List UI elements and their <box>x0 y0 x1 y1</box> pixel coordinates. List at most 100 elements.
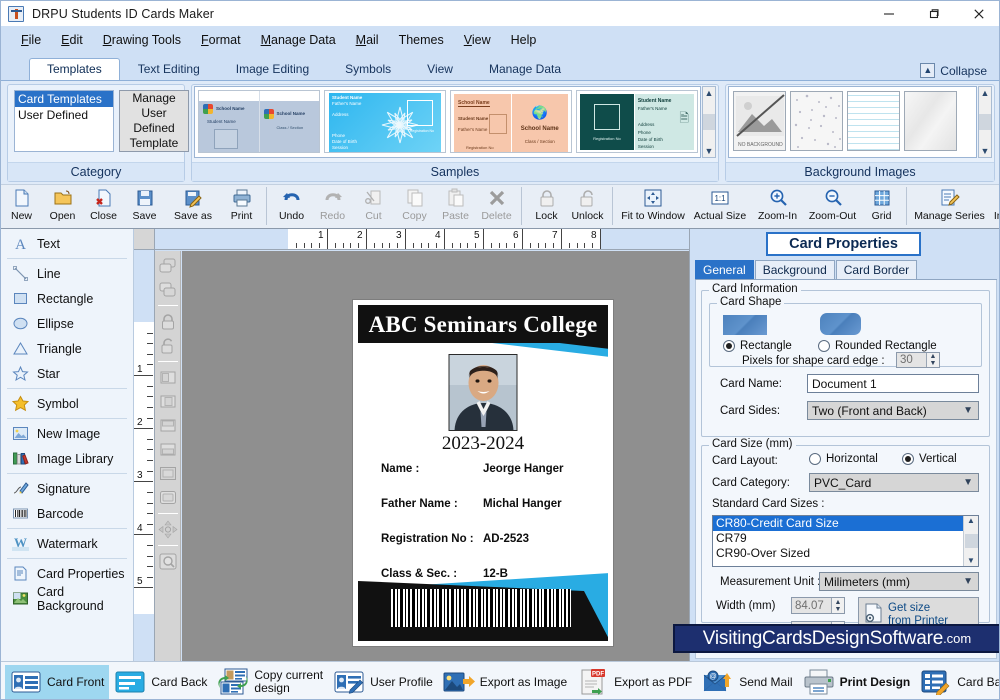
pixels-for-shape-input[interactable]: 30 ▲ ▼ <box>896 352 940 368</box>
menu-help[interactable]: Help <box>501 30 547 50</box>
close-button[interactable] <box>956 1 999 26</box>
toolbar-zoom-in-button[interactable]: Zoom-In <box>751 187 804 229</box>
maximize-button[interactable] <box>911 1 956 26</box>
tab-symbols[interactable]: Symbols <box>327 58 409 80</box>
tab-card-border[interactable]: Card Border <box>835 260 918 279</box>
tab-view[interactable]: View <box>409 58 471 80</box>
toolbar-grid-button[interactable]: Grid <box>861 187 902 229</box>
samples-scrollbar[interactable]: ▲ ▼ <box>702 86 716 158</box>
align-middle-icon[interactable] <box>157 463 179 484</box>
width-spinner-arrows[interactable]: ▲ ▼ <box>831 598 844 613</box>
tab-image-editing[interactable]: Image Editing <box>218 58 327 80</box>
radio-horizontal[interactable]: Horizontal <box>809 453 878 465</box>
student-photo[interactable] <box>448 354 518 431</box>
tool-symbol[interactable]: Symbol <box>1 391 133 416</box>
toolbar-close-button[interactable]: Close <box>83 187 124 229</box>
bg-thumb-paper[interactable] <box>904 91 957 151</box>
radio-rectangle-indicator[interactable] <box>723 340 735 352</box>
bg-scroll-down-icon[interactable]: ▼ <box>981 145 990 157</box>
bottom-export-as-image-button[interactable]: Export as Image <box>438 665 572 699</box>
category-option-user-defined[interactable]: User Defined <box>15 107 113 123</box>
bottom-card-batch-data-button[interactable]: Card Batch Data <box>915 665 999 699</box>
lock-open-icon[interactable] <box>157 335 179 356</box>
manage-user-defined-template-button[interactable]: Manage User Defined Template <box>119 90 189 152</box>
menu-drawing-tools[interactable]: Drawing Tools <box>93 30 191 50</box>
send-to-back-icon[interactable] <box>157 279 179 300</box>
align-bottom-icon[interactable] <box>157 439 179 460</box>
tool-new-image[interactable]: New Image <box>1 421 133 446</box>
bg-scroll-thumb[interactable] <box>979 114 991 130</box>
sizes-scroll-up-icon[interactable]: ▲ <box>967 516 975 526</box>
tab-general[interactable]: General <box>695 260 754 279</box>
menu-themes[interactable]: Themes <box>389 30 454 50</box>
toolbar-import-wizard-button[interactable]: Import Wizard <box>988 187 999 229</box>
tool-line[interactable]: Line <box>1 261 133 286</box>
size-option-cr80[interactable]: CR80-Credit Card Size <box>713 516 978 531</box>
sample-card-peach[interactable]: School Name Student Name Father's Name R… <box>450 90 572 153</box>
tab-templates[interactable]: Templates <box>29 58 120 80</box>
id-card-preview[interactable]: ABC Seminars College 2023-2024 Name: Je… <box>352 299 614 647</box>
rounded-rectangle-shape-swatch[interactable] <box>820 313 861 335</box>
align-justify-icon[interactable] <box>157 487 179 508</box>
bottom-card-back-button[interactable]: Card Back <box>109 665 212 699</box>
tool-ellipse[interactable]: Ellipse <box>1 311 133 336</box>
align-left-icon[interactable] <box>157 367 179 388</box>
bottom-copy-current-design-button[interactable]: Copy current design <box>212 665 328 699</box>
tool-watermark[interactable]: W Watermark <box>1 531 133 556</box>
toolbar-save-as-button[interactable]: Save as <box>165 187 221 229</box>
bring-to-front-icon[interactable] <box>157 255 179 276</box>
toolbar-delete-button[interactable]: Delete <box>476 187 517 229</box>
bg-thumb-grid[interactable] <box>847 91 900 151</box>
align-top-icon[interactable] <box>157 415 179 436</box>
collapse-ribbon-button[interactable]: ▲ Collapse <box>920 63 987 78</box>
menu-manage-data[interactable]: Manage Data <box>251 30 346 50</box>
lock-closed-icon[interactable] <box>157 311 179 332</box>
pixels-spinner-arrows[interactable]: ▲ ▼ <box>926 353 939 367</box>
tool-signature[interactable]: Signature <box>1 476 133 501</box>
sample-card-cyan[interactable]: Student Name Father's Name Address Phone… <box>324 90 446 153</box>
tool-rectangle[interactable]: Rectangle <box>1 286 133 311</box>
menu-edit[interactable]: Edit <box>51 30 93 50</box>
measurement-unit-select[interactable]: Milimeters (mm) ▼ <box>819 572 979 591</box>
sizes-scroll-down-icon[interactable]: ▼ <box>967 556 975 566</box>
size-option-cr90[interactable]: CR90-Over Sized <box>713 546 978 561</box>
menu-view[interactable]: View <box>454 30 501 50</box>
radio-vertical-indicator[interactable] <box>902 453 914 465</box>
category-option-card-templates[interactable]: Card Templates <box>15 91 113 107</box>
tool-barcode[interactable]: Barcode <box>1 501 133 526</box>
radio-rounded-rectangle-indicator[interactable] <box>818 340 830 352</box>
toolbar-undo-button[interactable]: Undo <box>271 187 312 229</box>
samples-scroll-up-icon[interactable]: ▲ <box>705 87 714 99</box>
tab-background[interactable]: Background <box>754 260 835 279</box>
radio-rectangle[interactable]: Rectangle <box>723 340 792 352</box>
samples-scroll-thumb[interactable] <box>703 114 715 130</box>
bottom-send-mail-button[interactable]: @ Send Mail <box>697 665 797 699</box>
tool-text[interactable]: A Text <box>1 231 133 256</box>
background-images-scrollbar[interactable]: ▲ ▼ <box>978 86 992 158</box>
radio-vertical[interactable]: Vertical <box>902 453 957 465</box>
sample-card-blue[interactable]: School Name Student Name School Name Cla… <box>198 90 320 153</box>
toolbar-copy-button[interactable]: Copy <box>394 187 435 229</box>
toolbar-paste-button[interactable]: Paste <box>435 187 476 229</box>
bottom-card-front-button[interactable]: Card Front <box>5 664 110 699</box>
toolbar-print-button[interactable]: Print <box>221 187 262 229</box>
align-center-icon[interactable] <box>157 391 179 412</box>
rectangle-shape-swatch[interactable] <box>723 315 767 335</box>
tool-image-library[interactable]: Image Library <box>1 446 133 471</box>
bottom-export-as-pdf-button[interactable]: PDF Export as PDF <box>572 665 697 699</box>
sizes-scroll-thumb[interactable] <box>964 534 978 548</box>
toolbar-new-button[interactable]: New <box>1 187 42 229</box>
toolbar-actual-size-button[interactable]: 1:1 Actual Size <box>689 187 751 229</box>
card-category-select[interactable]: PVC_Card ▼ <box>809 473 979 492</box>
card-sides-select[interactable]: Two (Front and Back) ▼ <box>807 401 979 420</box>
menu-format[interactable]: Format <box>191 30 251 50</box>
sample-card-teal[interactable]: Registration No Student Name Father's Na… <box>576 90 698 153</box>
minimize-button[interactable] <box>866 1 911 26</box>
toolbar-manage-series-button[interactable]: Manage Series <box>911 187 988 229</box>
tab-text-editing[interactable]: Text Editing <box>120 58 218 80</box>
toolbar-save-button[interactable]: Save <box>124 187 165 229</box>
size-option-cr79[interactable]: CR79 <box>713 531 978 546</box>
tab-manage-data[interactable]: Manage Data <box>471 58 579 80</box>
standard-sizes-scrollbar[interactable]: ▲ ▼ <box>963 516 978 566</box>
move-icon[interactable] <box>157 519 179 540</box>
